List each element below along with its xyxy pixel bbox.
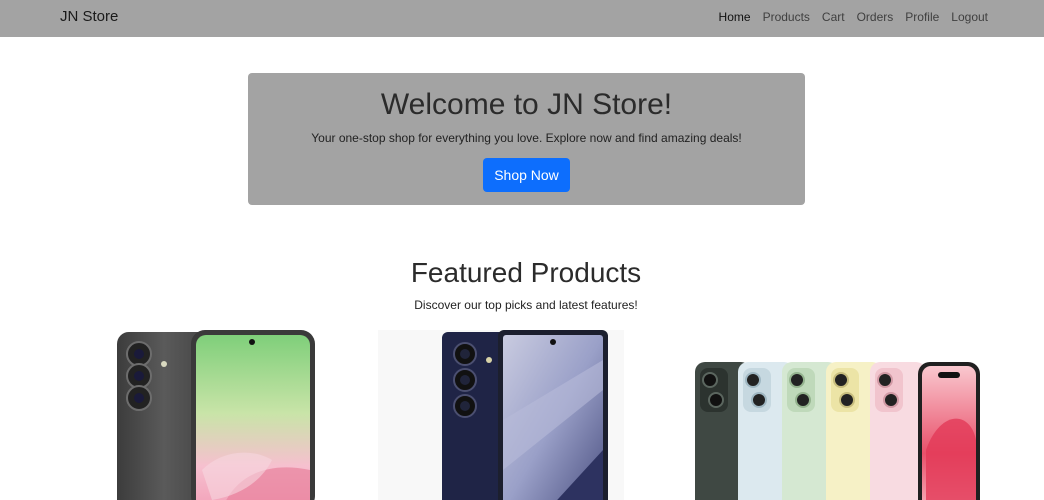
product-card-2[interactable] <box>378 330 624 500</box>
foldable-phone-image-navy <box>442 330 608 500</box>
product-card-3[interactable] <box>690 330 985 500</box>
hero-subtitle: Your one-stop shop for everything you lo… <box>311 131 742 145</box>
hero-banner: Welcome to JN Store! Your one-stop shop … <box>248 73 805 205</box>
nav-orders-link[interactable]: Orders <box>857 10 894 24</box>
nav-profile-link[interactable]: Profile <box>905 10 939 24</box>
phone-lineup-image-pastel <box>695 362 980 500</box>
featured-title: Featured Products <box>410 257 642 288</box>
product-card-1[interactable] <box>112 330 320 500</box>
hero-title: Welcome to JN Store! <box>380 88 673 121</box>
nav-links: Home Products Cart Orders Profile Logout <box>719 10 988 24</box>
shop-now-button[interactable]: Shop Now <box>483 158 570 192</box>
nav-home-link[interactable]: Home <box>719 10 751 24</box>
nav-products-link[interactable]: Products <box>763 10 810 24</box>
featured-subtitle: Discover our top picks and latest featur… <box>414 298 638 312</box>
nav-logout-link[interactable]: Logout <box>951 10 988 24</box>
brand-link[interactable]: JN Store <box>60 8 118 25</box>
nav-cart-link[interactable]: Cart <box>822 10 845 24</box>
phone-image-gray-green <box>117 330 315 500</box>
navbar: JN Store Home Products Cart Orders Profi… <box>0 0 1044 37</box>
